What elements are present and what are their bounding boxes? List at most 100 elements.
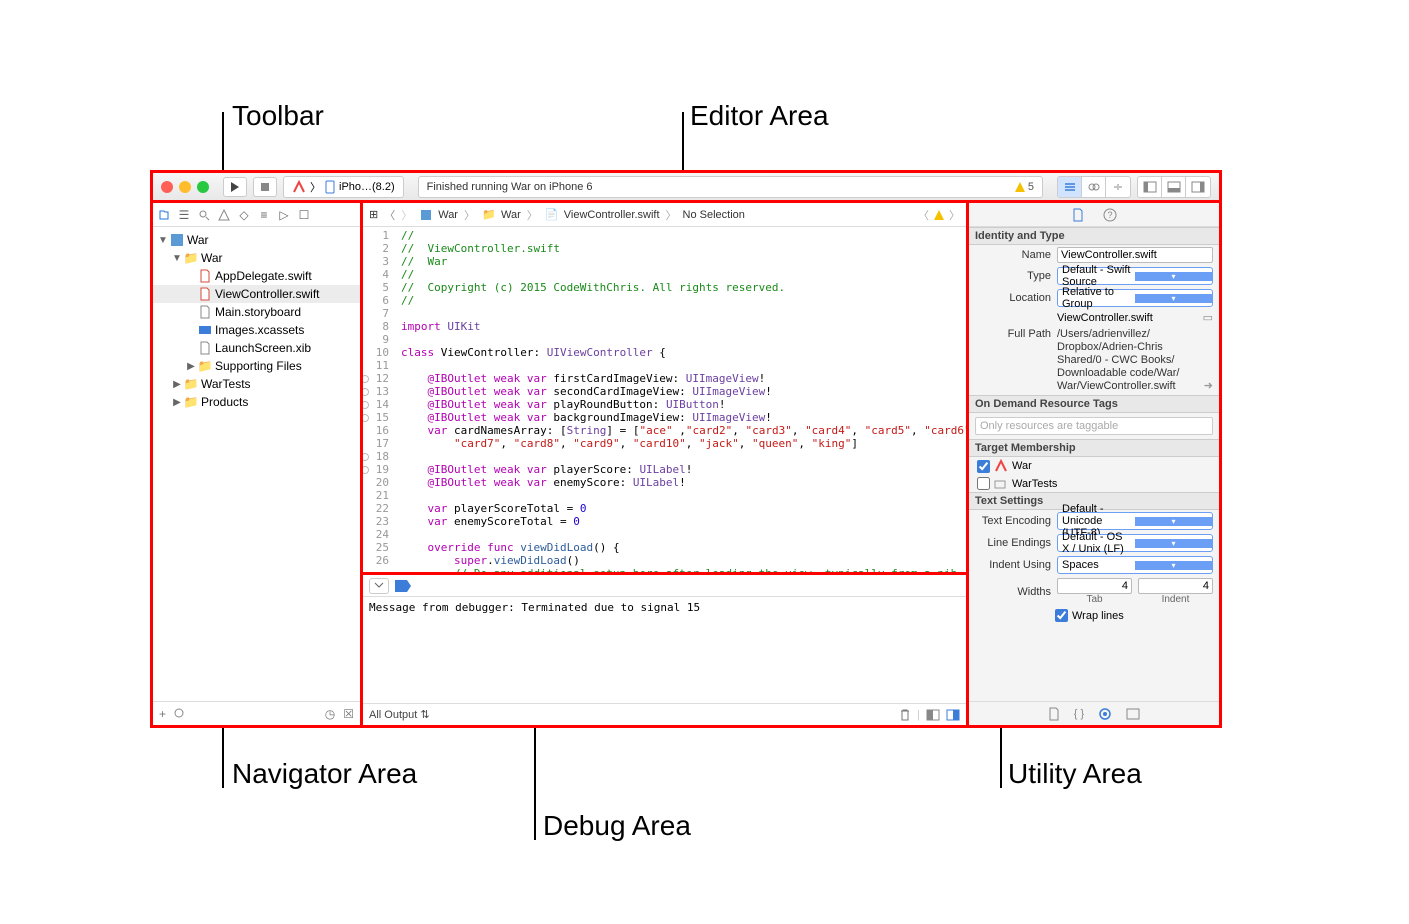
next-issue-icon[interactable]: 〉 — [949, 207, 960, 223]
editor-column: ⊞ 〈 〉 War 〉 📁 War 〉 📄 ViewController.swi… — [363, 203, 969, 725]
jumpbar-project[interactable]: War — [418, 208, 458, 222]
code-snippet-library-icon[interactable]: { } — [1074, 708, 1084, 720]
tree-item[interactable]: ViewController.swift — [153, 285, 360, 303]
console-view-icon[interactable] — [946, 709, 960, 721]
fullpath-value: /Users/adrienvillez/ Dropbox/Adrien-Chri… — [1057, 328, 1200, 393]
tree-item[interactable]: ▼War — [153, 231, 360, 249]
tree-item[interactable]: ▶📁Products — [153, 393, 360, 411]
section-target: Target Membership — [969, 439, 1219, 457]
name-label: Name — [975, 249, 1051, 261]
jump-bar: ⊞ 〈 〉 War 〉 📁 War 〉 📄 ViewController.swi… — [363, 203, 966, 227]
indent-using-select[interactable]: Spaces▾ — [1057, 556, 1213, 574]
breakpoint-navigator-icon[interactable]: ▷ — [277, 208, 291, 222]
scheme-selector[interactable]: 〉 iPho…(8.2) — [283, 176, 404, 198]
navigator-area: ☰ ◇ ≡ ▷ ☐ ▼War▼📁WarAppDelegate.swiftView… — [153, 203, 363, 725]
file-inspector-icon[interactable] — [1070, 207, 1086, 223]
assistant-editor-icon[interactable] — [1082, 177, 1106, 197]
project-navigator-icon[interactable] — [157, 208, 171, 222]
debug-hide-button[interactable] — [369, 578, 389, 594]
line-endings-select[interactable]: Default - OS X / Unix (LF)▾ — [1057, 534, 1213, 552]
console-filter[interactable]: All Output ⇅ — [369, 708, 430, 721]
version-editor-icon[interactable] — [1106, 177, 1130, 197]
console-output[interactable]: Message from debugger: Terminated due to… — [363, 597, 966, 703]
tree-item[interactable]: LaunchScreen.xib — [153, 339, 360, 357]
target-tests-checkbox[interactable] — [977, 477, 990, 490]
line-gutter[interactable]: 1234567891011121314151617181920212223242… — [363, 227, 395, 572]
toggle-utility-icon[interactable] — [1186, 177, 1210, 197]
target-war-label: War — [1012, 460, 1032, 472]
inspector-body: Identity and Type Name Type Default - Sw… — [969, 227, 1219, 701]
library-tabs: { } — [969, 701, 1219, 725]
tree-item[interactable]: ▼📁War — [153, 249, 360, 267]
variables-view-icon[interactable] — [926, 709, 940, 721]
minimize-window-button[interactable] — [179, 181, 191, 193]
object-library-icon[interactable] — [1098, 707, 1112, 721]
name-field[interactable] — [1057, 247, 1213, 263]
type-select[interactable]: Default - Swift Source▾ — [1057, 267, 1213, 285]
recent-icon[interactable]: ◷ — [325, 707, 335, 721]
tree-item[interactable]: Images.xcassets — [153, 321, 360, 339]
media-library-icon[interactable] — [1126, 708, 1140, 720]
project-tree[interactable]: ▼War▼📁WarAppDelegate.swiftViewController… — [153, 227, 360, 701]
related-items-icon[interactable]: ⊞ — [369, 208, 378, 221]
test-navigator-icon[interactable]: ◇ — [237, 208, 251, 222]
app-icon — [994, 459, 1008, 473]
indent-sublabel: Indent — [1138, 594, 1213, 605]
location-file: ViewController.swift — [1057, 312, 1199, 324]
tree-item[interactable]: ▶📁WarTests — [153, 375, 360, 393]
code-editor[interactable]: 1234567891011121314151617181920212223242… — [363, 227, 966, 575]
label-utility: Utility Area — [1008, 758, 1142, 790]
reveal-icon[interactable]: ➜ — [1204, 380, 1213, 393]
breakpoint-toggle-icon[interactable] — [395, 580, 411, 592]
forward-button[interactable]: 〉 — [401, 207, 412, 223]
back-button[interactable]: 〈 — [384, 207, 395, 223]
code-content[interactable]: //// ViewController.swift// War//// Copy… — [395, 227, 966, 572]
folder-picker-icon[interactable]: ▭ — [1203, 311, 1213, 324]
editor-mode-segmented[interactable] — [1057, 176, 1131, 198]
prev-issue-icon[interactable]: 〈 — [918, 207, 929, 223]
app-icon — [292, 180, 306, 194]
toggle-debug-icon[interactable] — [1162, 177, 1186, 197]
tab-width-field[interactable] — [1057, 578, 1132, 594]
run-button[interactable] — [223, 177, 247, 197]
issue-navigator-icon[interactable] — [217, 208, 231, 222]
filter-icon[interactable] — [174, 708, 186, 720]
stop-button[interactable] — [253, 177, 277, 197]
toggle-navigator-icon[interactable] — [1138, 177, 1162, 197]
standard-editor-icon[interactable] — [1058, 177, 1082, 197]
add-icon[interactable]: + — [159, 707, 166, 721]
encoding-label: Text Encoding — [975, 515, 1051, 527]
tree-item[interactable]: AppDelegate.swift — [153, 267, 360, 285]
toolbar: 〉 iPho…(8.2) Finished running War on iPh… — [153, 173, 1219, 203]
file-template-library-icon[interactable] — [1048, 707, 1060, 721]
jumpbar-group[interactable]: 📁 War — [481, 208, 521, 222]
inspector-tabs: ? — [969, 203, 1219, 227]
jumpbar-symbol[interactable]: No Selection — [683, 209, 745, 221]
warning-count[interactable]: 5 — [1014, 181, 1034, 193]
symbol-navigator-icon[interactable]: ☰ — [177, 208, 191, 222]
navigator-tabs: ☰ ◇ ≡ ▷ ☐ — [153, 203, 360, 227]
location-label: Location — [975, 292, 1051, 304]
fullpath-label: Full Path — [975, 328, 1051, 340]
tree-item[interactable]: Main.storyboard — [153, 303, 360, 321]
device-icon — [325, 180, 335, 194]
line-endings-label: Line Endings — [975, 537, 1051, 549]
tree-item[interactable]: ▶📁Supporting Files — [153, 357, 360, 375]
debug-navigator-icon[interactable]: ≡ — [257, 208, 271, 222]
jumpbar-file[interactable]: 📄 ViewController.swift — [544, 208, 660, 222]
trash-icon[interactable] — [899, 708, 911, 722]
target-war-checkbox[interactable] — [977, 460, 990, 473]
scm-filter-icon[interactable]: ☒ — [343, 707, 354, 721]
close-window-button[interactable] — [161, 181, 173, 193]
encoding-select[interactable]: Default - Unicode (UTF-8)▾ — [1057, 512, 1213, 530]
find-navigator-icon[interactable] — [197, 208, 211, 222]
wrap-lines-checkbox[interactable] — [1055, 609, 1068, 622]
panel-toggles[interactable] — [1137, 176, 1211, 198]
quick-help-icon[interactable]: ? — [1102, 207, 1118, 223]
report-navigator-icon[interactable]: ☐ — [297, 208, 311, 222]
zoom-window-button[interactable] — [197, 181, 209, 193]
label-editor: Editor Area — [690, 100, 829, 132]
location-select[interactable]: Relative to Group▾ — [1057, 289, 1213, 307]
indent-width-field[interactable] — [1138, 578, 1213, 594]
issue-indicator-icon[interactable] — [933, 209, 945, 221]
